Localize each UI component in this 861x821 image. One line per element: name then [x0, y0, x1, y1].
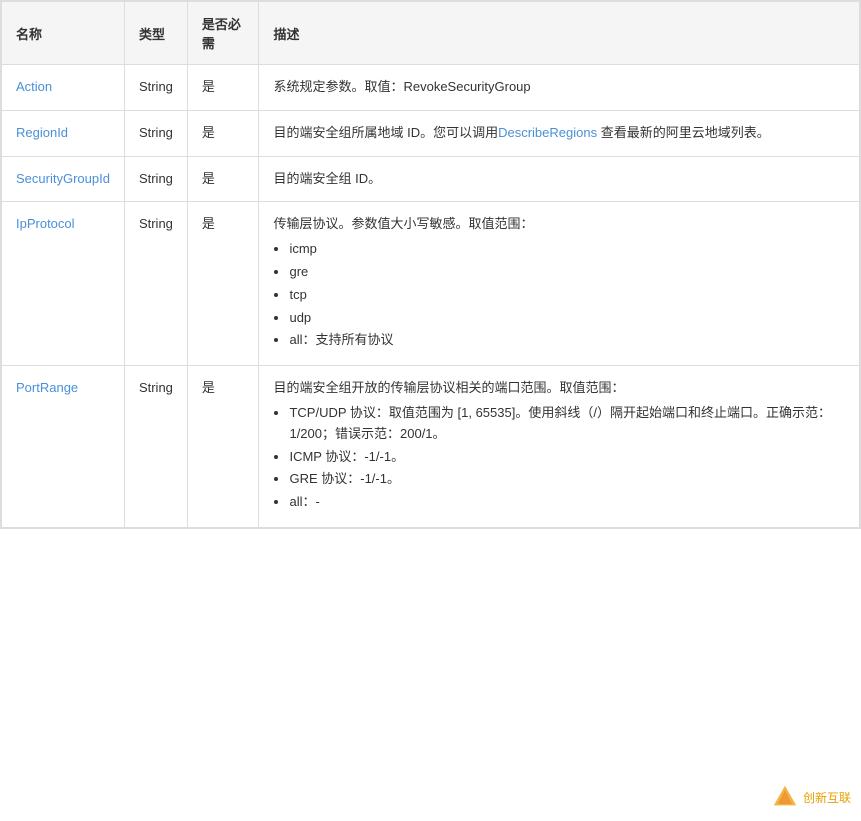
cell-required: 是 [187, 202, 259, 366]
cell-type: String [124, 202, 187, 366]
logo-text: 创新互联 [803, 789, 851, 806]
logo-area: 创新互联 [771, 783, 851, 811]
list-item: GRE 协议：-1/-1。 [289, 469, 845, 490]
api-params-table: 名称 类型 是否必需 描述 ActionString是系统规定参数。取值：Rev… [0, 0, 861, 529]
list-item: udp [289, 308, 845, 329]
table-row: IpProtocolString是传输层协议。参数值大小写敏感。取值范围： icm… [2, 202, 860, 366]
cell-description: 传输层协议。参数值大小写敏感。取值范围： icmpgretcpudpall：支持所… [259, 202, 860, 366]
logo-icon [771, 783, 799, 811]
desc-list: TCP/UDP 协议：取值范围为 [1, 65535]。使用斜线（/）隔开起始端… [289, 403, 845, 513]
col-header-required: 是否必需 [187, 2, 259, 65]
cell-type: String [124, 110, 187, 156]
list-item: icmp [289, 239, 845, 260]
list-item: TCP/UDP 协议：取值范围为 [1, 65535]。使用斜线（/）隔开起始端… [289, 403, 845, 445]
list-item: all：支持所有协议 [289, 330, 845, 351]
table-header-row: 名称 类型 是否必需 描述 [2, 2, 860, 65]
cell-type: String [124, 156, 187, 202]
cell-type: String [124, 65, 187, 111]
cell-type: String [124, 366, 187, 528]
cell-description: 目的端安全组所属地域 ID。您可以调用DescribeRegions 查看最新的… [259, 110, 860, 156]
col-header-desc: 描述 [259, 2, 860, 65]
cell-name: IpProtocol [2, 202, 125, 366]
desc-suffix: 查看最新的阿里云地域列表。 [597, 125, 770, 140]
cell-name: RegionId [2, 110, 125, 156]
cell-description: 目的端安全组 ID。 [259, 156, 860, 202]
desc-text: 传输层协议。参数值大小写敏感。取值范围： [273, 216, 533, 231]
col-header-name: 名称 [2, 2, 125, 65]
cell-required: 是 [187, 156, 259, 202]
cell-name: Action [2, 65, 125, 111]
desc-text: 系统规定参数。取值：RevokeSecurityGroup [273, 79, 530, 94]
cell-name: SecurityGroupId [2, 156, 125, 202]
desc-text: 目的端安全组开放的传输层协议相关的端口范围。取值范围： [273, 380, 624, 395]
list-item: all：- [289, 492, 845, 513]
desc-text: 目的端安全组所属地域 ID。您可以调用 [273, 125, 498, 140]
list-item: gre [289, 262, 845, 283]
list-item: tcp [289, 285, 845, 306]
cell-description: 系统规定参数。取值：RevokeSecurityGroup [259, 65, 860, 111]
table-row: ActionString是系统规定参数。取值：RevokeSecurityGro… [2, 65, 860, 111]
desc-list: icmpgretcpudpall：支持所有协议 [289, 239, 845, 351]
cell-name: PortRange [2, 366, 125, 528]
cell-required: 是 [187, 65, 259, 111]
desc-text: 目的端安全组 ID。 [273, 171, 381, 186]
table-row: RegionIdString是目的端安全组所属地域 ID。您可以调用Descri… [2, 110, 860, 156]
table-row: PortRangeString是目的端安全组开放的传输层协议相关的端口范围。取值… [2, 366, 860, 528]
cell-required: 是 [187, 110, 259, 156]
col-header-type: 类型 [124, 2, 187, 65]
describe-regions-link[interactable]: DescribeRegions [498, 125, 597, 140]
list-item: ICMP 协议：-1/-1。 [289, 447, 845, 468]
cell-required: 是 [187, 366, 259, 528]
cell-description: 目的端安全组开放的传输层协议相关的端口范围。取值范围： TCP/UDP 协议：取值… [259, 366, 860, 528]
table-row: SecurityGroupIdString是目的端安全组 ID。 [2, 156, 860, 202]
